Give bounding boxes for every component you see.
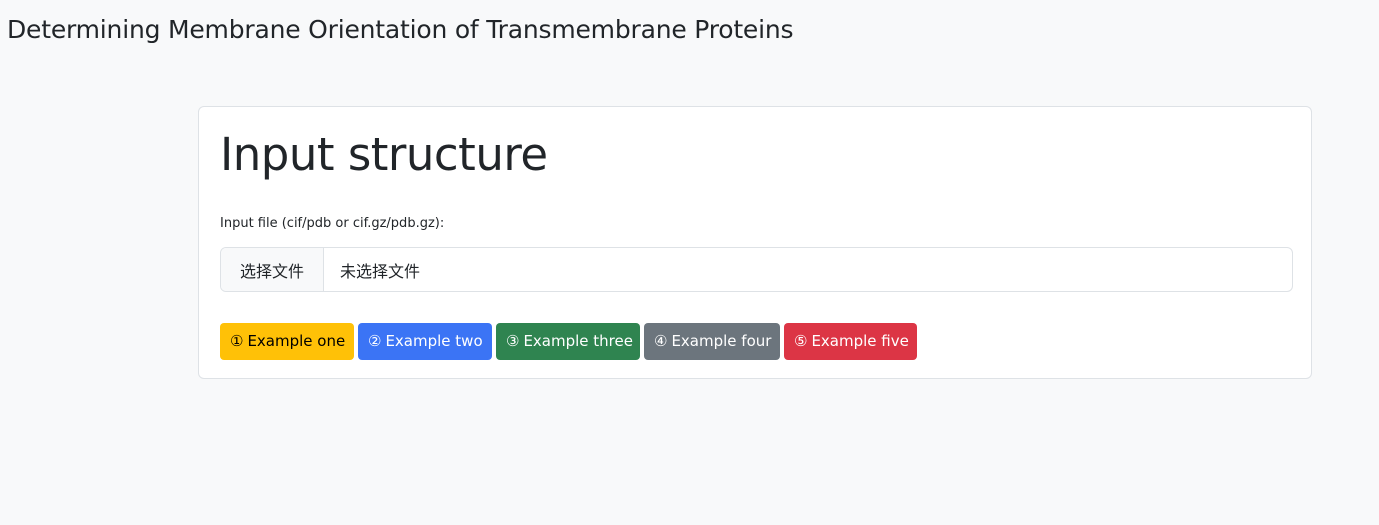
example-five-button[interactable]: ⑤ Example five xyxy=(784,323,917,360)
circled-one-icon: ① xyxy=(230,332,244,350)
example-four-label: Example four xyxy=(671,332,772,350)
example-three-label: Example three xyxy=(523,332,633,350)
file-input-label: Input file (cif/pdb or cif.gz/pdb.gz): xyxy=(220,216,445,231)
choose-file-button[interactable]: 选择文件 xyxy=(221,248,324,291)
page-title: Determining Membrane Orientation of Tran… xyxy=(7,15,794,44)
example-one-button[interactable]: ① Example one xyxy=(220,323,354,360)
example-two-button[interactable]: ② Example two xyxy=(358,323,492,360)
example-one-label: Example one xyxy=(247,332,346,350)
circled-three-icon: ③ xyxy=(506,332,520,350)
example-five-label: Example five xyxy=(811,332,909,350)
file-input[interactable]: 选择文件 未选择文件 xyxy=(220,247,1293,292)
circled-four-icon: ④ xyxy=(654,332,668,350)
input-structure-card: Input structure Input file (cif/pdb or c… xyxy=(198,106,1312,379)
circled-two-icon: ② xyxy=(368,332,382,350)
example-four-button[interactable]: ④ Example four xyxy=(644,323,780,360)
example-two-label: Example two xyxy=(385,332,483,350)
card-title: Input structure xyxy=(220,128,548,181)
example-buttons: ① Example one ② Example two ③ Example th… xyxy=(220,323,917,360)
circled-five-icon: ⑤ xyxy=(794,332,808,350)
example-three-button[interactable]: ③ Example three xyxy=(496,323,640,360)
file-status-text: 未选择文件 xyxy=(340,261,421,281)
